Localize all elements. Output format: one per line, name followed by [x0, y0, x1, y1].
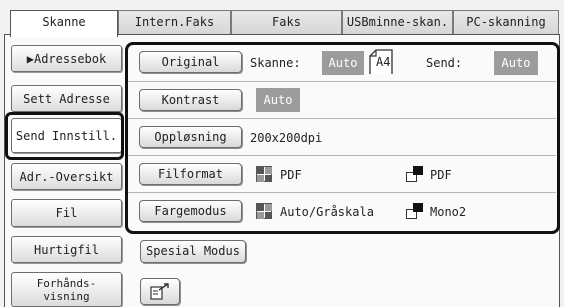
contrast-button[interactable]: Kontrast	[139, 89, 242, 111]
color-quad-icon	[256, 166, 272, 182]
color-mode-button[interactable]: Fargemodus	[139, 200, 242, 222]
mono-icon	[406, 203, 426, 219]
contrast-row: Kontrast Auto	[128, 82, 556, 119]
tab-scan[interactable]: Skanne	[10, 10, 118, 37]
tab-fax[interactable]: Faks	[231, 10, 342, 34]
preview-label-line1: Forhånds-	[36, 276, 97, 290]
resolution-button[interactable]: Oppløsning	[139, 126, 242, 148]
tab-usb-scan[interactable]: USBminne-skan.	[342, 10, 453, 34]
address-review-button[interactable]: Adr.-Oversikt	[11, 163, 122, 190]
file-format-mono-value: PDF	[430, 168, 452, 182]
file-format-button[interactable]: Filformat	[139, 163, 242, 185]
tab-internet-fax[interactable]: Intern.Faks	[118, 10, 231, 34]
file-label: Fil	[55, 206, 78, 220]
preview-label-line2: visning	[43, 289, 90, 303]
original-row: Original Skanne: Auto A4 Send: Auto	[128, 45, 556, 82]
enter-address-label: Sett Adresse	[23, 91, 110, 106]
paper-size-label: A4	[376, 55, 391, 69]
color-quad-icon	[256, 203, 272, 219]
color-mode-color-value: Auto/Gråskala	[280, 205, 374, 219]
address-book-label: ▶Adressebok	[26, 51, 107, 66]
resolution-row: Oppløsning 200x200dpi	[128, 119, 556, 156]
address-book-button[interactable]: ▶Adressebok	[11, 45, 122, 72]
quick-file-button[interactable]: Hurtigfil	[11, 236, 122, 263]
special-modes-button[interactable]: Spesial Modus	[140, 240, 246, 263]
scan-label: Skanne:	[250, 56, 301, 70]
color-mode-mono-value: Mono2	[430, 205, 467, 219]
export-arrow-icon	[150, 283, 169, 300]
color-mode-row: Fargemodus Auto/Gråskala Mono2	[128, 193, 556, 230]
scan-value-badge: Auto	[322, 51, 364, 75]
file-format-color-value: PDF	[280, 168, 302, 182]
send-label: Send:	[426, 56, 463, 70]
resolution-value: 200x200dpi	[250, 131, 323, 145]
tab-pc-scan[interactable]: PC-skanning	[453, 10, 559, 34]
send-value-badge: Auto	[494, 51, 538, 75]
preview-button[interactable]: Forhånds- visning	[11, 272, 122, 307]
address-review-label: Adr.-Oversikt	[19, 169, 114, 184]
enter-address-button[interactable]: Sett Adresse	[11, 85, 122, 112]
send-settings-highlight	[5, 112, 124, 160]
mono-icon	[406, 166, 426, 182]
file-button[interactable]: Fil	[11, 199, 122, 227]
quick-file-label: Hurtigfil	[33, 242, 100, 257]
file-format-row: Filformat PDF PDF	[128, 156, 556, 193]
original-button[interactable]: Original	[139, 51, 242, 73]
contrast-value-badge: Auto	[256, 88, 300, 112]
export-button[interactable]	[140, 278, 180, 305]
